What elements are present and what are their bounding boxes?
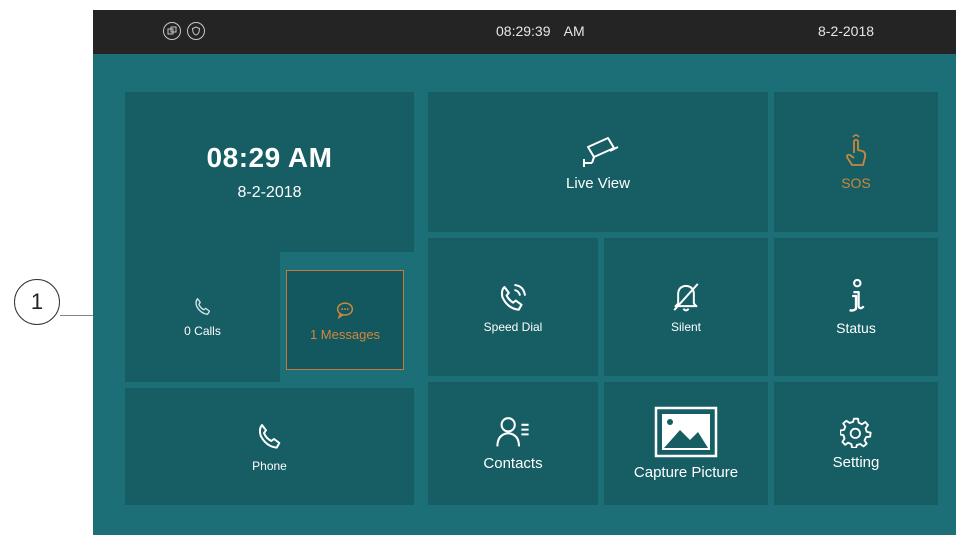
speed-dial-button[interactable]: Speed Dial [428, 238, 598, 376]
bell-muted-icon [670, 280, 702, 314]
phone-label: Phone [252, 458, 287, 473]
picture-icon [654, 406, 718, 458]
calls-button[interactable]: 0 Calls [125, 252, 280, 382]
capture-picture-label: Capture Picture [633, 464, 739, 481]
live-view-label: Live View [566, 174, 630, 192]
clock-panel: 08:29 AM 8-2-2018 [125, 92, 414, 252]
camera-icon [574, 133, 622, 169]
calls-label: 0 Calls [184, 324, 221, 338]
live-view-button[interactable]: Live View [428, 92, 768, 232]
contacts-button[interactable]: Contacts [428, 382, 598, 505]
setting-button[interactable]: Setting [774, 382, 938, 505]
capture-picture-button[interactable]: Capture Picture [604, 382, 768, 505]
status-date: 8-2-2018 [818, 23, 875, 39]
intercom-screen: 08:29:39 AM 8-2-2018 08:29 AM 8-2-2018 0… [93, 10, 956, 535]
gear-icon [840, 416, 872, 448]
status-button[interactable]: Status [774, 238, 938, 376]
phone-ringing-icon [496, 280, 530, 314]
messages-button[interactable]: 1 Messages [286, 270, 404, 370]
messages-label: 1 Messages [309, 326, 381, 342]
speed-dial-label: Speed Dial [483, 320, 543, 334]
shield-icon [187, 22, 205, 40]
chat-bubble-icon [334, 299, 356, 321]
status-label: Status [836, 320, 876, 336]
status-time: 08:29:39 AM [496, 23, 585, 39]
contacts-icon [495, 415, 531, 449]
sos-button[interactable]: SOS [774, 92, 938, 232]
silent-label: Silent [670, 320, 702, 334]
phone-icon [192, 296, 214, 318]
hand-tap-icon [841, 133, 871, 169]
callout-marker: 1 [14, 279, 60, 325]
contacts-label: Contacts [483, 455, 543, 472]
sos-label: SOS [841, 175, 871, 191]
clock-time: 08:29 AM [206, 142, 333, 173]
phone-button[interactable]: Phone [125, 388, 414, 505]
phone-icon [254, 421, 286, 453]
setting-label: Setting [832, 454, 880, 471]
callout-number: 1 [30, 289, 44, 314]
window-icon [163, 22, 181, 40]
info-icon [843, 278, 869, 314]
silent-button[interactable]: Silent [604, 238, 768, 376]
clock-date: 8-2-2018 [237, 184, 302, 201]
status-bar: 08:29:39 AM 8-2-2018 [93, 10, 956, 54]
